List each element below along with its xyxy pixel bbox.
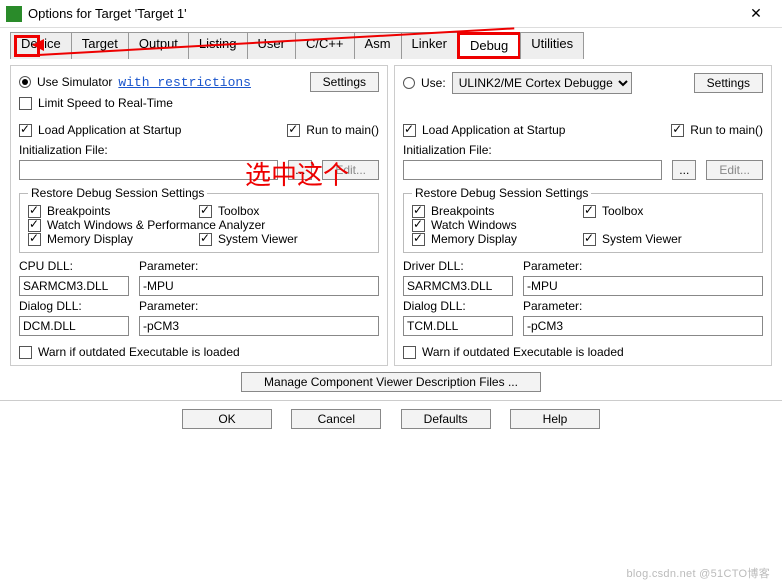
- memdisp-checkbox-right[interactable]: [412, 233, 425, 246]
- edit-button-right: Edit...: [706, 160, 763, 180]
- init-file-input-right[interactable]: [403, 160, 662, 180]
- param-label-2: Parameter:: [139, 299, 198, 313]
- hw-settings-button[interactable]: Settings: [694, 73, 763, 93]
- drv-param-input[interactable]: [523, 276, 763, 296]
- toolbox-label-right: Toolbox: [602, 204, 643, 218]
- tab-bar: Device Target Output Listing User C/C++ …: [0, 28, 782, 59]
- edit-button-left: Edit...: [322, 160, 379, 180]
- defaults-button[interactable]: Defaults: [401, 409, 491, 429]
- warn-label-right: Warn if outdated Executable is loaded: [422, 345, 624, 359]
- debugger-select[interactable]: ULINK2/ME Cortex Debugger: [452, 72, 632, 94]
- tab-debug[interactable]: Debug: [457, 32, 521, 59]
- dlg-param-input-right[interactable]: [523, 316, 763, 336]
- cpu-dll-input[interactable]: [19, 276, 129, 296]
- breakpoints-label-left: Breakpoints: [47, 204, 110, 218]
- memdisp-checkbox-left[interactable]: [28, 233, 41, 246]
- use-simulator-radio[interactable]: [19, 76, 31, 88]
- dlg-dll-label-right: Dialog DLL:: [403, 299, 513, 313]
- use-hw-radio[interactable]: [403, 77, 415, 89]
- close-icon[interactable]: ✕: [736, 5, 776, 22]
- drv-dll-label: Driver DLL:: [403, 259, 513, 273]
- sysview-label-right: System Viewer: [602, 232, 682, 246]
- help-button[interactable]: Help: [510, 409, 600, 429]
- init-file-label-left: Initialization File:: [19, 143, 379, 157]
- run-main-checkbox-left[interactable]: [287, 124, 300, 137]
- watch-label-left: Watch Windows & Performance Analyzer: [47, 218, 265, 232]
- cpu-dll-label: CPU DLL:: [19, 259, 129, 273]
- sysview-checkbox-left[interactable]: [199, 233, 212, 246]
- drv-dll-input[interactable]: [403, 276, 513, 296]
- watermark-text: blog.csdn.net @51CTO博客: [626, 565, 770, 581]
- sysview-label-left: System Viewer: [218, 232, 298, 246]
- warn-label-left: Warn if outdated Executable is loaded: [38, 345, 240, 359]
- cancel-button[interactable]: Cancel: [291, 409, 381, 429]
- dlg-dll-input-left[interactable]: [19, 316, 129, 336]
- hardware-panel: Use: ULINK2/ME Cortex Debugger Settings …: [394, 65, 772, 366]
- tab-target[interactable]: Target: [71, 32, 129, 59]
- tab-utilities[interactable]: Utilities: [520, 32, 584, 59]
- tab-ccpp[interactable]: C/C++: [295, 32, 355, 59]
- browse-button-left[interactable]: ...: [288, 160, 312, 180]
- param-label-3: Parameter:: [523, 259, 582, 273]
- breakpoints-label-right: Breakpoints: [431, 204, 494, 218]
- tab-linker[interactable]: Linker: [401, 32, 458, 59]
- tab-device[interactable]: Device: [10, 32, 72, 59]
- dlg-dll-label-left: Dialog DLL:: [19, 299, 129, 313]
- tab-asm[interactable]: Asm: [354, 32, 402, 59]
- sim-settings-button[interactable]: Settings: [310, 72, 379, 92]
- ok-button[interactable]: OK: [182, 409, 272, 429]
- run-main-label-left: Run to main(): [306, 123, 379, 137]
- app-icon: [6, 6, 22, 22]
- warn-checkbox-right[interactable]: [403, 346, 416, 359]
- window-title: Options for Target 'Target 1': [28, 6, 736, 21]
- use-simulator-label: Use Simulator: [37, 75, 112, 89]
- tab-listing[interactable]: Listing: [188, 32, 248, 59]
- run-main-label-right: Run to main(): [690, 123, 763, 137]
- manage-components-button[interactable]: Manage Component Viewer Description File…: [241, 372, 541, 392]
- warn-checkbox-left[interactable]: [19, 346, 32, 359]
- load-app-label-left: Load Application at Startup: [38, 123, 181, 137]
- dlg-param-input-left[interactable]: [139, 316, 379, 336]
- init-file-input-left[interactable]: [19, 160, 278, 180]
- sysview-checkbox-right[interactable]: [583, 233, 596, 246]
- restrictions-link[interactable]: with restrictions: [118, 75, 251, 90]
- tab-output[interactable]: Output: [128, 32, 189, 59]
- memdisp-label-right: Memory Display: [431, 232, 517, 246]
- run-main-checkbox-right[interactable]: [671, 124, 684, 137]
- browse-button-right[interactable]: ...: [672, 160, 696, 180]
- toolbox-label-left: Toolbox: [218, 204, 259, 218]
- restore-group-title-left: Restore Debug Session Settings: [28, 186, 207, 200]
- limit-speed-checkbox[interactable]: [19, 97, 32, 110]
- use-hw-label: Use:: [421, 76, 446, 90]
- memdisp-label-left: Memory Display: [47, 232, 133, 246]
- restore-group-title-right: Restore Debug Session Settings: [412, 186, 591, 200]
- param-label-1: Parameter:: [139, 259, 198, 273]
- toolbox-checkbox-right[interactable]: [583, 205, 596, 218]
- simulator-panel: Use Simulator with restrictions Settings…: [10, 65, 388, 366]
- load-app-label-right: Load Application at Startup: [422, 123, 565, 137]
- init-file-label-right: Initialization File:: [403, 143, 763, 157]
- toolbox-checkbox-left[interactable]: [199, 205, 212, 218]
- cpu-param-input[interactable]: [139, 276, 379, 296]
- load-app-checkbox-left[interactable]: [19, 124, 32, 137]
- dlg-dll-input-right[interactable]: [403, 316, 513, 336]
- limit-speed-label: Limit Speed to Real-Time: [38, 96, 173, 110]
- tab-user[interactable]: User: [247, 32, 296, 59]
- param-label-4: Parameter:: [523, 299, 582, 313]
- watch-label-right: Watch Windows: [431, 218, 517, 232]
- load-app-checkbox-right[interactable]: [403, 124, 416, 137]
